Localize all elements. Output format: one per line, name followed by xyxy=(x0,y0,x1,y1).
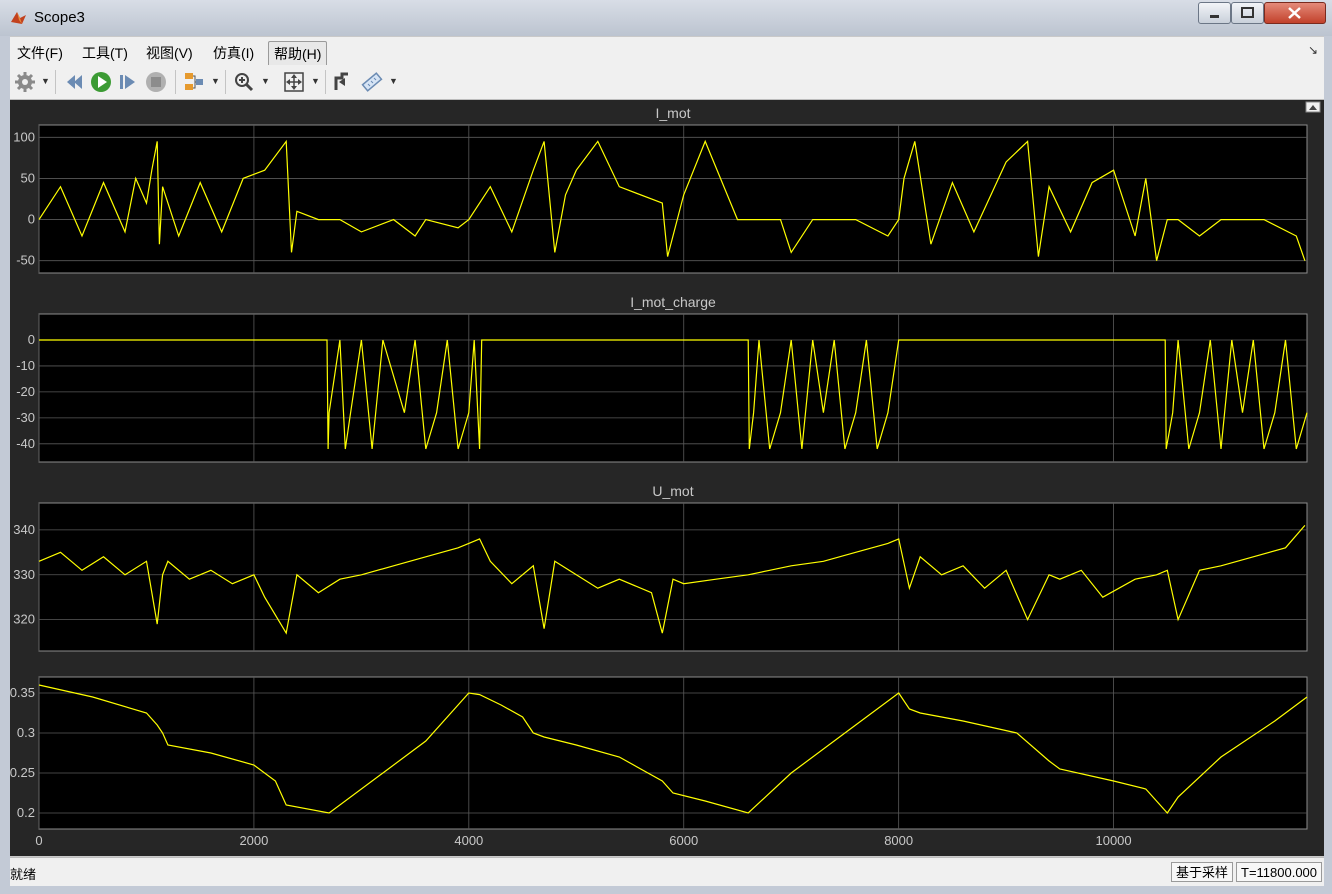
y-tick-label: 50 xyxy=(21,170,35,185)
y-tick-label: -30 xyxy=(16,410,35,425)
x-tick-label: 2000 xyxy=(239,833,268,848)
toolbar-separator xyxy=(325,70,326,94)
measure-dropdown-arrow-icon[interactable]: ▼ xyxy=(389,76,398,86)
y-tick-label: 0 xyxy=(28,212,35,227)
y-tick-label: 340 xyxy=(13,522,35,537)
y-tick-label: 0.3 xyxy=(17,725,35,740)
step-forward-icon[interactable] xyxy=(116,70,140,94)
panel-title: U_mot xyxy=(652,483,693,499)
simulation-time-label: T=11800.000 xyxy=(1236,862,1323,882)
autoscale-icon[interactable] xyxy=(282,70,306,94)
menu-file[interactable]: 文件(F) xyxy=(12,41,68,65)
gear-dropdown-arrow-icon[interactable]: ▼ xyxy=(41,76,50,86)
axes-background xyxy=(38,124,1308,274)
minimize-button[interactable] xyxy=(1198,2,1231,24)
matlab-logo-icon xyxy=(11,12,26,24)
window-frame-bottom xyxy=(0,886,1332,894)
scope-display: I_mot 100 50 0 -50 I_mot_charge 0 -10 -20 -30 -40 U… xyxy=(10,100,1324,856)
undock-icon[interactable] xyxy=(1305,101,1321,113)
close-button[interactable] xyxy=(1264,2,1326,24)
y-tick-label: 0.25 xyxy=(10,765,35,780)
step-back-icon[interactable] xyxy=(62,70,86,94)
scope-panel-2[interactable]: I_mot_charge 0 -10 -20 -30 -40 xyxy=(16,294,1308,463)
x-tick-label: 6000 xyxy=(669,833,698,848)
x-tick-label: 8000 xyxy=(884,833,913,848)
measure-icon[interactable] xyxy=(360,70,384,94)
maximize-icon xyxy=(1241,7,1254,18)
close-icon xyxy=(1288,7,1301,19)
y-tick-label: -40 xyxy=(16,436,35,451)
gear-icon[interactable] xyxy=(13,70,37,94)
window-frame-right xyxy=(1324,36,1332,894)
y-tick-label: -50 xyxy=(16,253,35,268)
menu-simulation[interactable]: 仿真(I) xyxy=(208,41,259,65)
menu-help[interactable]: 帮助(H) xyxy=(268,41,328,67)
toolbar-separator xyxy=(225,70,226,94)
y-tick-label: -20 xyxy=(16,384,35,399)
signal-select-icon[interactable] xyxy=(331,70,355,94)
menu-bar: 文件(F) 工具(T) 视图(V) 仿真(I) 帮助(H) ↘ xyxy=(10,37,1324,67)
title-bar: Scope3 xyxy=(0,0,1332,36)
x-tick-label: 0 xyxy=(35,833,42,848)
window-frame-left xyxy=(0,36,10,894)
x-tick-label: 10000 xyxy=(1095,833,1131,848)
y-tick-label: 0.35 xyxy=(10,685,35,700)
highlight-dropdown-arrow-icon[interactable]: ▼ xyxy=(211,76,220,86)
axes-background xyxy=(38,502,1308,652)
menu-view[interactable]: 视图(V) xyxy=(141,41,198,65)
maximize-button[interactable] xyxy=(1231,2,1264,24)
y-tick-label: 100 xyxy=(13,129,35,144)
highlight-icon[interactable] xyxy=(182,70,206,94)
toolbar: ▼ ▼ ▼ ▼ ▼ xyxy=(10,65,1324,100)
sample-mode-label: 基于采样 xyxy=(1171,862,1234,882)
menu-tools[interactable]: 工具(T) xyxy=(77,41,133,65)
minimize-icon xyxy=(1210,15,1219,18)
panel-title: I_mot xyxy=(655,105,690,121)
toolbar-separator xyxy=(175,70,176,94)
status-bar: 就绪 基于采样 T=11800.000 xyxy=(10,857,1324,886)
scope-plots[interactable]: I_mot 100 50 0 -50 I_mot_charge 0 -10 -20 -30 -40 U… xyxy=(10,100,1324,856)
axes-background xyxy=(38,676,1308,830)
axes-background xyxy=(38,313,1308,463)
menu-collapse-arrow-icon[interactable]: ↘ xyxy=(1308,43,1318,57)
status-text: 就绪 xyxy=(10,867,37,882)
y-tick-label: 330 xyxy=(13,567,35,582)
y-tick-label: 0 xyxy=(28,332,35,347)
y-tick-label: -10 xyxy=(16,358,35,373)
scope-panel-3[interactable]: U_mot 340 330 320 xyxy=(13,483,1308,652)
y-tick-label: 0.2 xyxy=(17,805,35,820)
zoom-in-icon[interactable] xyxy=(232,70,256,94)
run-icon[interactable] xyxy=(89,70,113,94)
autoscale-dropdown-arrow-icon[interactable]: ▼ xyxy=(311,76,320,86)
toolbar-separator xyxy=(55,70,56,94)
y-tick-label: 320 xyxy=(13,612,35,627)
stop-icon[interactable] xyxy=(144,70,168,94)
scope-panel-1[interactable]: I_mot 100 50 0 -50 xyxy=(13,105,1308,274)
panel-title: I_mot_charge xyxy=(630,294,716,310)
window-title: Scope3 xyxy=(34,9,85,26)
x-tick-label: 4000 xyxy=(454,833,483,848)
scope-panel-4[interactable]: 0.35 0.3 0.25 0.20 2000 4000 6000 8000 10000 xyxy=(10,676,1308,848)
zoom-dropdown-arrow-icon[interactable]: ▼ xyxy=(261,76,270,86)
